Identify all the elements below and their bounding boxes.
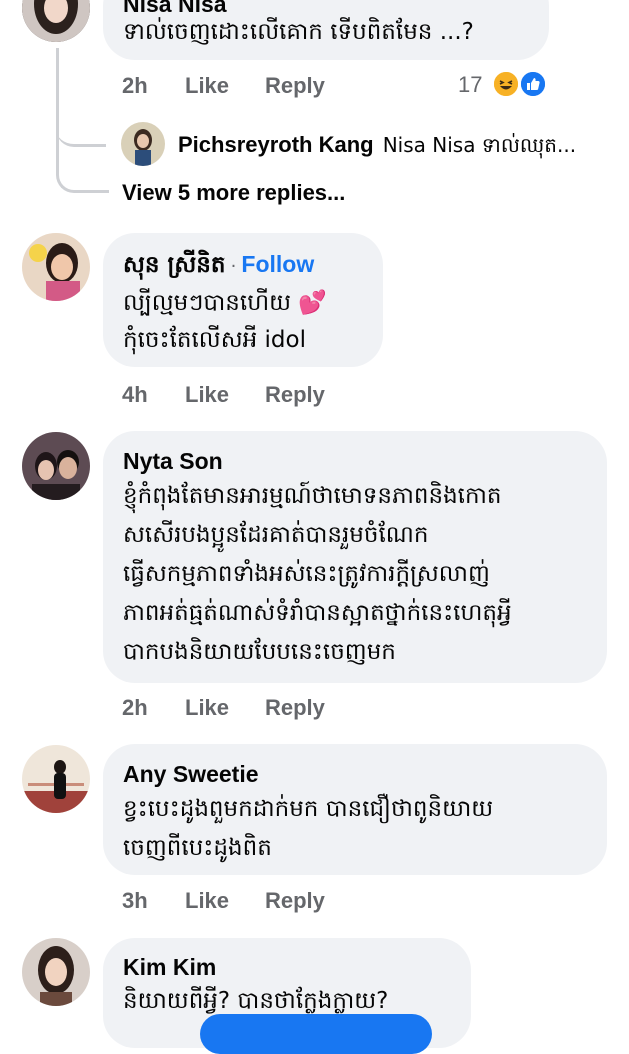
reply-author[interactable]: Pichsreyroth Kang — [178, 132, 374, 157]
comment-time: 4h — [122, 382, 148, 407]
thread-connector — [56, 138, 109, 193]
reply-link[interactable]: Reply — [265, 694, 325, 722]
avatar[interactable] — [22, 0, 90, 42]
reply-text: Nisa Nisa ទាល់ឈុត... — [382, 133, 577, 157]
like-icon[interactable] — [519, 70, 547, 98]
comment-time: 2h — [122, 695, 148, 720]
separator-dot: · — [230, 256, 237, 277]
comment-bubble[interactable]: Any Sweetie ខ្វះបេះដូងពួមកដាក់មក បានជឿថា… — [103, 744, 607, 875]
comment-bubble[interactable]: Nyta Son ខ្ញុំកំពុងតែមានអារម្មណ៍ថាមោទនភា… — [103, 431, 607, 683]
comment-text: ទាល់ចេញដោះលើគោក ទើបពិតមែន ...? — [123, 19, 474, 45]
comment-author[interactable]: សុន ស្រីនិត — [123, 252, 225, 278]
comment-bubble[interactable]: Nisa Nisa ទាល់ចេញដោះលើគោក ទើបពិតមែន ...? — [103, 0, 549, 60]
comment-author[interactable]: Any Sweetie — [123, 759, 259, 789]
like-link[interactable]: Like — [185, 694, 229, 722]
view-more-replies-link[interactable]: View 5 more replies... — [122, 179, 345, 207]
like-link[interactable]: Like — [185, 381, 229, 409]
reply-link[interactable]: Reply — [265, 381, 325, 409]
comment-text: បាកបងនិយាយបែបនេះចេញមក — [123, 639, 396, 665]
comment-time: 2h — [122, 73, 148, 98]
reply-link[interactable]: Reply — [265, 887, 325, 915]
comment-text: ចេញពីបេះដូងពិត — [123, 835, 272, 861]
new-comments-button[interactable] — [200, 1014, 432, 1054]
comment-text: ខ្ញុំកំពុងតែមានអារម្មណ៍ថាមោទនភាពនិងកោត — [123, 483, 502, 509]
avatar[interactable] — [22, 938, 90, 1006]
like-link[interactable]: Like — [185, 72, 229, 100]
comment-bubble[interactable]: សុន ស្រីនិត · Follow ល្បីល្មមៗបានហើយ 💕 ក… — [103, 233, 383, 367]
avatar[interactable] — [22, 745, 90, 813]
comment-text: ភាពអត់ធ្មត់ណាស់ទំរាំបានស្អាតថ្នាក់នេះហេត… — [123, 600, 512, 626]
comment-text: ធ្វើសកម្មភាពទាំងអស់នេះត្រូវការក្តីស្រលាញ… — [123, 561, 490, 587]
avatar[interactable] — [22, 233, 90, 301]
follow-button[interactable]: Follow — [241, 251, 314, 277]
comment-text: ល្បីល្មមៗបានហើយ 💕 — [123, 290, 327, 316]
comment-text: សសើរបងប្អូនដែរគាត់បានរួមចំណែក — [123, 522, 429, 548]
comment-header: សុន ស្រីនិត · Follow — [123, 249, 314, 282]
comment-actions: 2h — [122, 72, 148, 100]
reply-link[interactable]: Reply — [265, 72, 325, 100]
comment-time: 3h — [122, 888, 148, 913]
comment-author[interactable]: Kim Kim — [123, 952, 216, 982]
reaction-count[interactable]: 17 — [458, 71, 482, 99]
comment-author[interactable]: Nyta Son — [123, 446, 223, 476]
comment-text: កុំចេះតែលើសអី idol — [123, 327, 306, 353]
avatar[interactable] — [121, 122, 165, 166]
comment-text: ខ្វះបេះដូងពួមកដាក់មក បានជឿថាពូនិយាយ — [123, 796, 494, 822]
like-link[interactable]: Like — [185, 887, 229, 915]
reply-preview[interactable]: Pichsreyroth Kang Nisa Nisa ទាល់ឈុត... — [178, 131, 576, 161]
haha-icon[interactable] — [492, 70, 520, 98]
avatar[interactable] — [22, 432, 90, 500]
